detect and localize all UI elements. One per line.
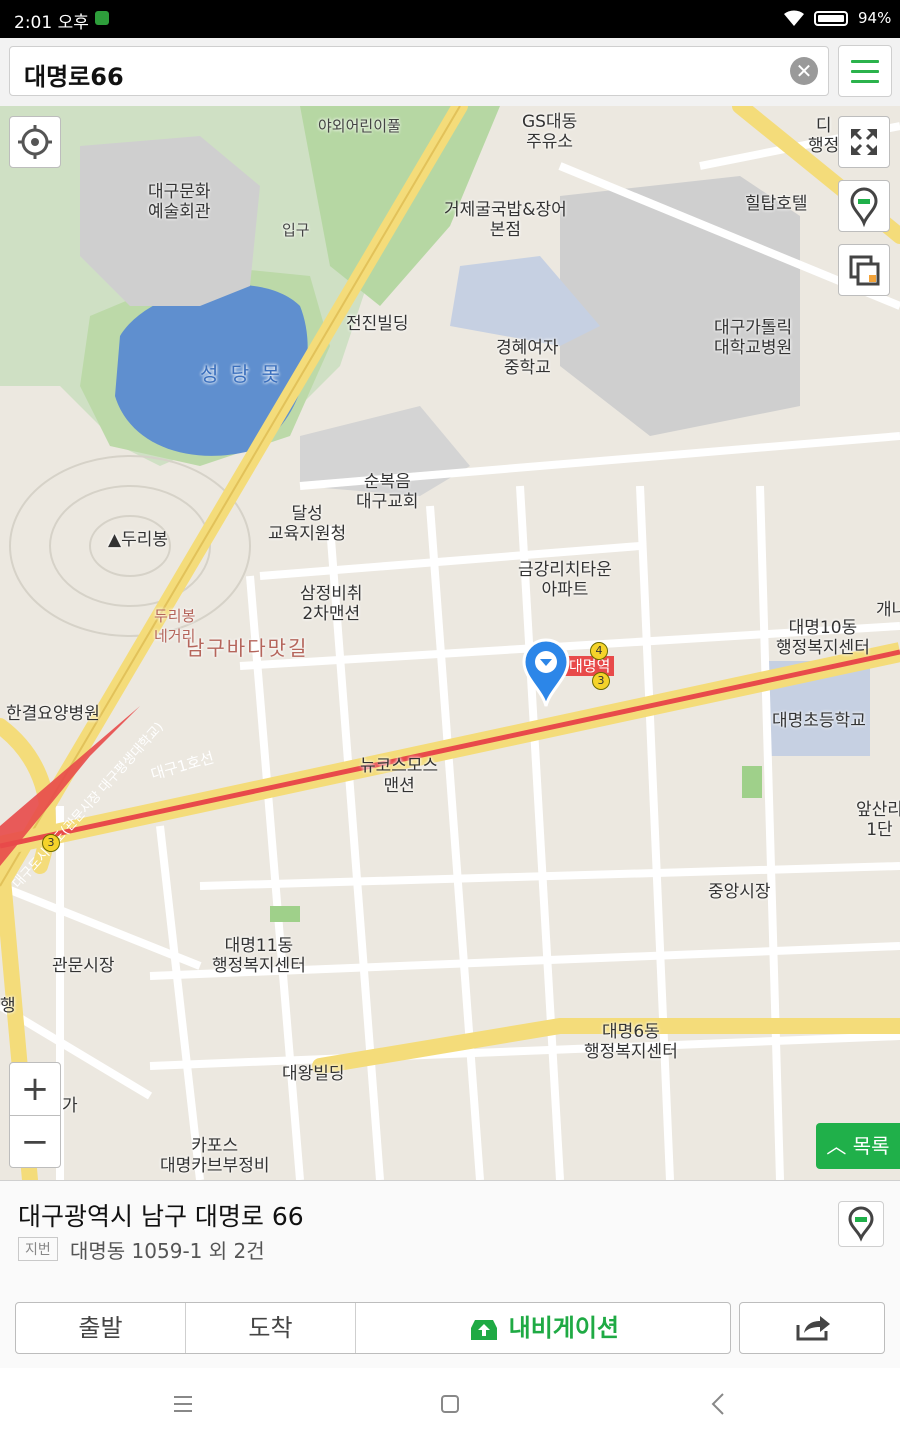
map-label-carpos: 카포스 대명카브부정비 [160,1136,270,1176]
map-canvas [0,106,900,1180]
layers-button[interactable] [838,244,890,296]
place-info-panel: 대구광역시 남구 대명로 66 지번 대명동 1059-1 외 2건 출발 도착… [0,1180,900,1369]
map-label-middle-school: 경혜여자 중학교 [496,338,559,378]
map-label-apartment: 금강리치타운 아파트 [518,560,612,600]
subway-exit-4-icon: 4 [590,642,608,660]
map-label-duribong: ▲두리봉 [108,530,168,550]
save-place-button[interactable] [838,180,890,232]
current-location-button[interactable] [9,116,61,168]
battery-percent: 94% [858,9,892,27]
chevron-up-icon: ︿ [826,1134,847,1158]
app-notification-icon [95,11,109,25]
map-label-community-center-6: 대명6동 행정복지센터 [584,1022,678,1062]
status-bar: 2:01 오후 94% [0,0,900,38]
map-label-top-right: 디 행정 [808,116,840,156]
jibun-tag: 지번 [18,1237,58,1261]
search-input[interactable]: 대명로66 ✕ [9,46,829,96]
expand-icon [851,129,877,155]
map-label-pool: 야외어린이풀 [318,117,401,135]
start-button[interactable]: 출발 [16,1303,186,1353]
map-label-community-center-11: 대명11동 행정복지센터 [212,936,306,976]
menu-icon [851,60,879,63]
map-label-elementary-school: 대명초등학교 [772,711,866,731]
map-label-community-center-10: 대명10동 행정복지센터 [776,618,870,658]
map-label-entrance: 입구 [282,221,310,239]
map-label-daewang-building: 대왕빌딩 [282,1064,345,1084]
search-query: 대명로66 [24,63,124,91]
map-label-gwanmun-market: 관문시장 [52,956,115,976]
recent-apps-icon[interactable] [172,1394,194,1414]
fullscreen-button[interactable] [838,116,890,168]
jibun-address: 대명동 1059-1 외 2건 [70,1239,265,1263]
clear-search-button[interactable]: ✕ [790,57,818,85]
subway-exit-3-icon: 3 [592,672,610,690]
map-label-church: 순복음 대구교회 [356,472,419,512]
map-pin-icon [848,1206,874,1242]
map-label-apsan: 앞산리 1단 [856,800,900,840]
share-button[interactable] [739,1302,885,1354]
map-pin-icon [850,187,878,228]
home-icon[interactable] [440,1394,460,1414]
action-bar: 출발 도착 내비게이션 [15,1302,731,1354]
map-view[interactable]: 야외어린이풀 GS대동 주유소 힐탑호텔 디 행정 대구문화 예술회관 입구 거… [0,106,900,1180]
map-label-newcosmos: 뉴코스모스 맨션 [360,756,439,796]
map-label-edge-right: 개나 [876,600,900,620]
map-label-central-market: 중앙시장 [708,882,771,902]
navigation-label: 내비게이션 [508,1314,620,1342]
car-icon [470,1320,497,1340]
map-label-hotel: 힐탑호텔 [745,194,808,214]
place-address: 대구광역시 남구 대명로 66 [18,1202,304,1231]
zoom-in-button[interactable]: + [10,1063,60,1116]
wifi-icon [784,10,804,26]
bookmark-button[interactable] [838,1201,884,1247]
map-label-food-street: 남구바다맛길 [186,636,309,660]
map-label-restaurant: 거제굴국밥&장어 본점 [444,200,567,240]
menu-button[interactable] [838,45,892,97]
map-label-catholic-hospital: 대구가톨릭 대학교병원 [714,318,793,358]
map-label-nursing-hospital: 한결요양병원 [6,704,100,724]
layers-icon [849,255,880,286]
zoom-controls: + − [9,1062,61,1168]
map-label-jeonjin-building: 전진빌딩 [346,314,409,334]
list-button[interactable]: ︿ 목록 [816,1123,900,1169]
map-label-arts-center: 대구문화 예술회관 [148,182,211,222]
status-time: 2:01 오후 [14,13,89,33]
back-icon[interactable] [710,1392,726,1416]
navigation-button[interactable]: 내비게이션 [356,1303,730,1353]
map-label-left-edge: 행 [0,996,16,1016]
search-bar: 대명로66 ✕ [0,38,900,107]
map-label-ga: 가 [62,1096,78,1116]
location-pin-icon[interactable] [522,638,570,708]
map-label-lake: 성 당 못 [200,362,283,386]
battery-icon [814,11,848,26]
crosshair-icon [18,125,52,159]
share-icon [796,1316,830,1341]
system-nav-bar [0,1368,900,1440]
map-label-education-office: 달성 교육지원청 [268,504,347,544]
list-button-label: 목록 [852,1134,890,1158]
subway-exit-icon: 3 [42,834,60,852]
zoom-out-button[interactable]: − [10,1116,60,1168]
map-label-mansion: 삼정비취 2차맨션 [300,584,363,624]
arrive-button[interactable]: 도착 [186,1303,356,1353]
subway-station-label[interactable]: 대명역 [565,656,615,676]
map-label-gas-station: GS대동 주유소 [522,112,578,152]
